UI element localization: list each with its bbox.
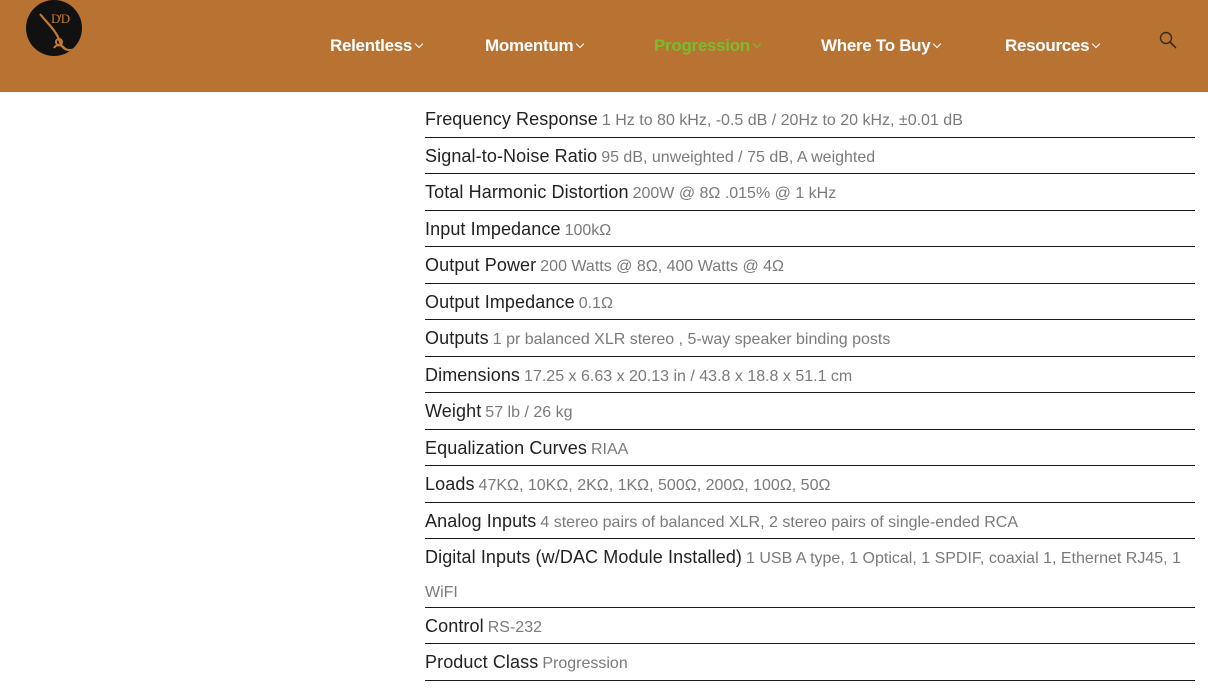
chevron-down-icon xyxy=(414,39,424,49)
spec-row-input-impedance: Input Impedance 100kΩ xyxy=(425,211,1195,247)
spec-label: Control xyxy=(425,615,484,636)
spec-value: RIAA xyxy=(590,440,629,458)
chevron-down-icon xyxy=(752,39,762,49)
nav-item-label: Where To Buy xyxy=(821,36,931,55)
spec-row-loads: Loads 47KΩ, 10KΩ, 2KΩ, 1KΩ, 500Ω, 200Ω, 1… xyxy=(425,466,1195,503)
spec-row-weight: Weight 57 lb / 26 kg xyxy=(425,393,1195,430)
spec-label: Dimensions xyxy=(425,364,521,385)
nav-item-where-to-buy[interactable]: Where To Buy xyxy=(821,36,942,56)
spec-row-digital-inputs: Digital Inputs (w/DAC Module Installed) 1… xyxy=(425,539,1195,608)
spec-label: Product Class xyxy=(425,652,539,672)
spec-value: 100kΩ xyxy=(564,221,612,239)
spec-table: Frequency Response 1 Hz to 80 kHz, -0.5 d… xyxy=(425,101,1195,681)
nav-item-label: Progression xyxy=(654,36,750,55)
spec-label: Frequency Response xyxy=(425,109,598,129)
spec-row-control: Control RS-232 xyxy=(425,608,1195,644)
spec-label: Analog Inputs xyxy=(425,510,537,531)
spec-label: Signal-to-Noise Ratio xyxy=(425,145,598,166)
spec-value: 200 Watts @ 8Ω, 400 Watts @ 4Ω xyxy=(540,258,785,275)
spec-value: 95 dB, unweighted / 75 dB, A weighted xyxy=(601,148,876,166)
spec-row-signal-to-noise: Signal-to-Noise Ratio 95 dB, unweighted /… xyxy=(425,138,1195,174)
spec-row-analog-inputs: Analog Inputs 4 stereo pairs of balanced … xyxy=(425,503,1195,539)
spec-label: Equalization Curves xyxy=(425,437,587,458)
spec-row-dimensions: Dimensions 17.25 x 6.63 x 20.13 in / 43.8… xyxy=(425,357,1195,393)
nav-item-progression[interactable]: Progression xyxy=(654,36,762,56)
spec-value: Progression xyxy=(542,655,628,672)
nav-item-label: Relentless xyxy=(330,36,413,55)
logo-cable-graphic xyxy=(39,13,77,52)
spec-row-product-class: Product Class Progression xyxy=(425,644,1195,681)
spec-label: Outputs xyxy=(425,328,489,348)
spec-value: 4 stereo pairs of balanced XLR, 2 stereo… xyxy=(540,513,1018,531)
spec-label: Weight xyxy=(425,401,482,421)
site-header: D'D Relentless Momentum Progression Wher… xyxy=(0,0,1208,92)
logo-text: D'D xyxy=(51,11,70,26)
spec-value: 0.1Ω xyxy=(578,294,613,312)
spec-value: 47KΩ, 10KΩ, 2KΩ, 1KΩ, 500Ω, 200Ω, 100Ω, … xyxy=(478,477,831,494)
spec-value: RS-232 xyxy=(487,618,542,636)
brand-logo[interactable]: D'D xyxy=(26,0,82,56)
spec-label: Loads xyxy=(425,474,475,494)
nav-item-relentless[interactable]: Relentless xyxy=(330,36,424,56)
spec-value: 57 lb / 26 kg xyxy=(485,404,573,421)
chevron-down-icon xyxy=(1091,39,1101,49)
spec-row-output-power: Output Power 200 Watts @ 8Ω, 400 Watts @ … xyxy=(425,247,1195,284)
chevron-down-icon xyxy=(933,39,942,49)
search-icon[interactable] xyxy=(1159,31,1177,49)
nav-item-momentum[interactable]: Momentum xyxy=(485,36,585,56)
spec-label: Output Power xyxy=(425,255,537,275)
spec-value: 17.25 x 6.63 x 20.13 in / 43.8 x 18.8 x … xyxy=(524,367,853,385)
spec-row-outputs: Outputs 1 pr balanced XLR stereo , 5-way … xyxy=(425,320,1195,357)
spec-value: 1 Hz to 80 kHz, -0.5 dB / 20Hz to 20 kHz… xyxy=(601,112,963,129)
nav-item-label: Resources xyxy=(1005,36,1090,55)
spec-value: 1 pr balanced XLR stereo , 5-way speaker… xyxy=(492,331,891,348)
spec-row-output-impedance: Output Impedance 0.1Ω xyxy=(425,284,1195,320)
spec-label: Total Harmonic Distortion xyxy=(425,182,629,202)
spec-row-thd: Total Harmonic Distortion 200W @ 8Ω .015%… xyxy=(425,174,1195,211)
nav-item-resources[interactable]: Resources xyxy=(1005,36,1101,56)
spec-row-equalization: Equalization Curves RIAA xyxy=(425,430,1195,466)
chevron-down-icon xyxy=(576,39,585,49)
spec-label: Output Impedance xyxy=(425,291,575,312)
spec-label: Digital Inputs (w/DAC Module Installed) xyxy=(425,547,743,567)
spec-row-frequency-response: Frequency Response 1 Hz to 80 kHz, -0.5 d… xyxy=(425,101,1195,138)
nav-item-label: Momentum xyxy=(485,36,574,55)
spec-value: 200W @ 8Ω .015% @ 1 kHz xyxy=(632,185,837,202)
spec-label: Input Impedance xyxy=(425,218,561,239)
